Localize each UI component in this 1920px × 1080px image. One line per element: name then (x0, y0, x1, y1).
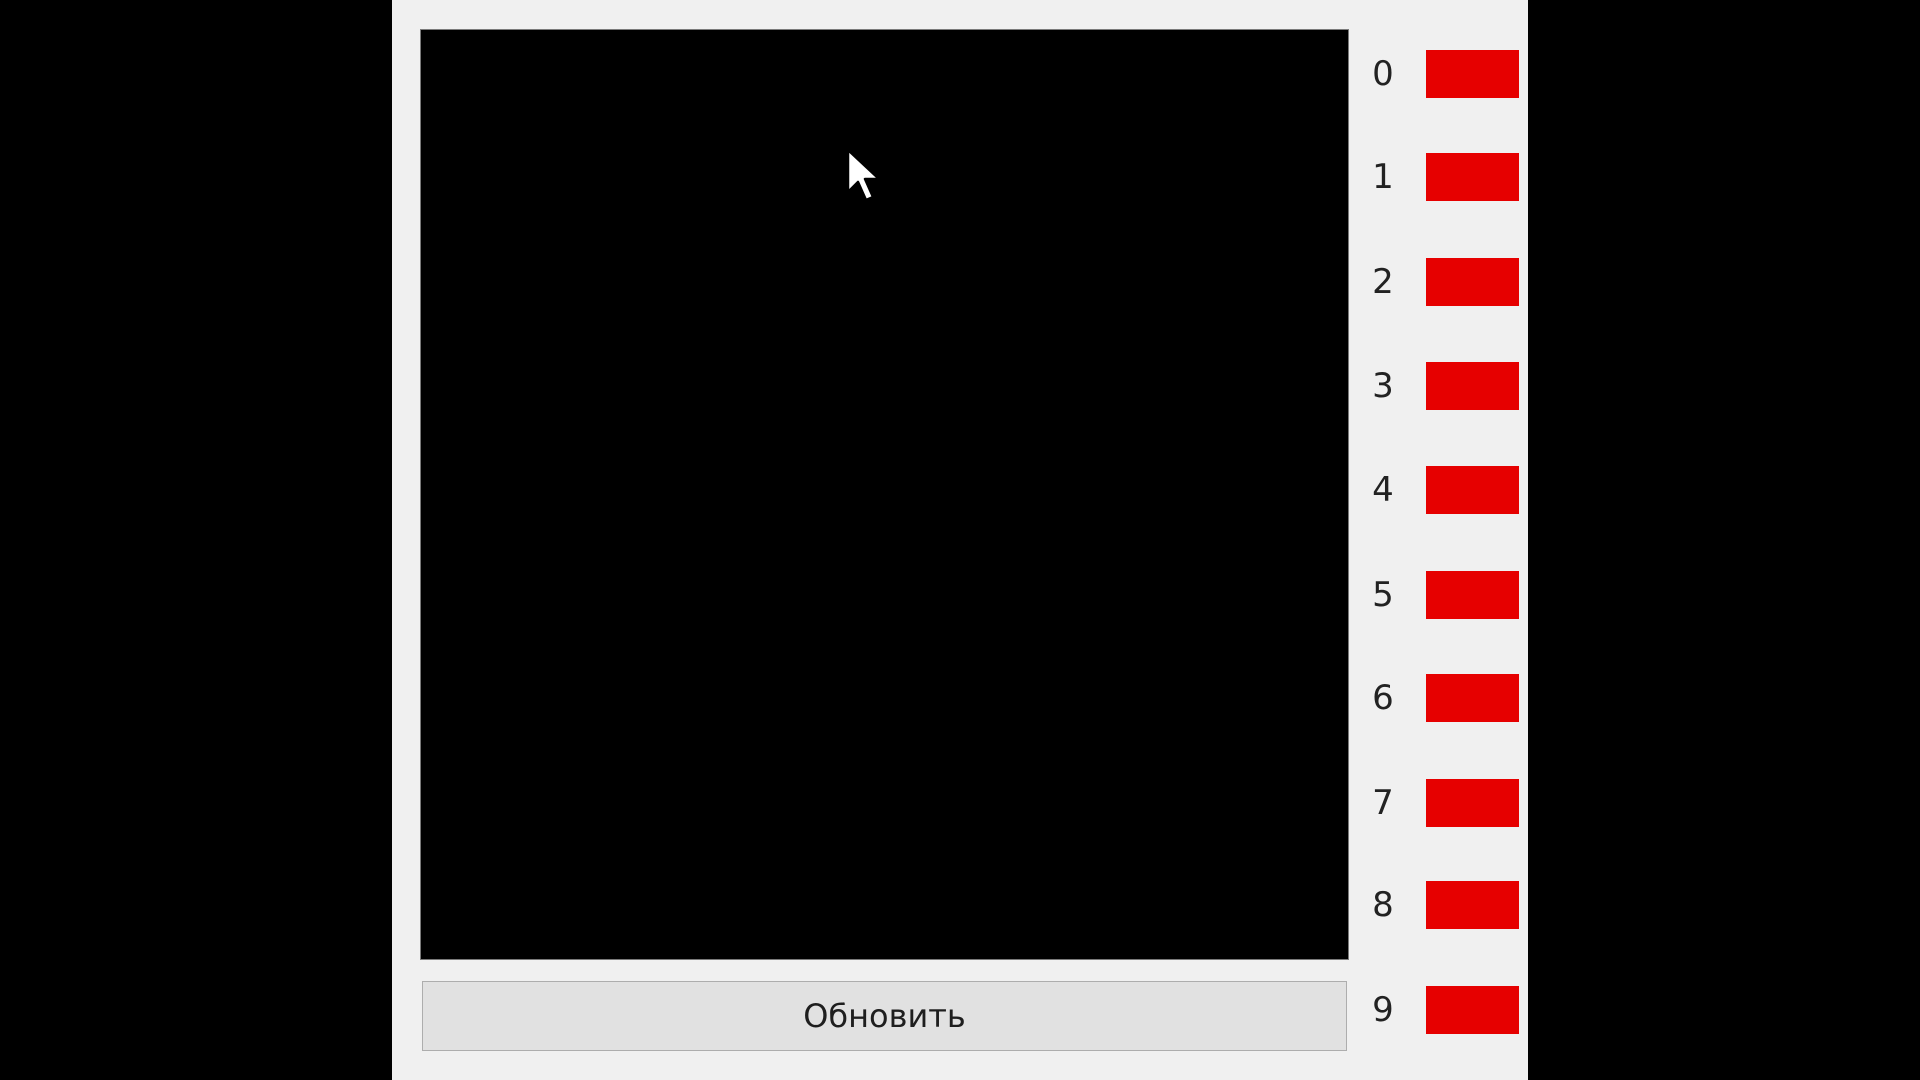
digit-indicator-swatch (1426, 779, 1519, 827)
digit-indicator-swatch (1426, 881, 1519, 929)
digit-indicator-row: 3 (1362, 362, 1522, 410)
digit-label: 3 (1372, 366, 1394, 406)
update-button[interactable]: Обновить (422, 981, 1347, 1051)
digit-label: 0 (1372, 54, 1394, 94)
digit-indicator-row: 0 (1362, 50, 1522, 98)
digit-label: 5 (1372, 575, 1394, 615)
digit-indicator-row: 9 (1362, 986, 1522, 1034)
digit-indicator-swatch (1426, 50, 1519, 98)
digit-label: 7 (1372, 783, 1394, 823)
digit-label: 2 (1372, 262, 1394, 302)
digit-indicator-row: 8 (1362, 881, 1522, 929)
digit-indicator-row: 6 (1362, 674, 1522, 722)
app-window: Обновить 0 1 2 3 4 5 6 7 8 9 (392, 0, 1528, 1080)
digit-label: 1 (1372, 157, 1394, 197)
digit-indicator-swatch (1426, 571, 1519, 619)
digit-indicator-row: 4 (1362, 466, 1522, 514)
digit-label: 8 (1372, 885, 1394, 925)
digit-indicator-swatch (1426, 674, 1519, 722)
digit-indicator-swatch (1426, 986, 1519, 1034)
digit-label: 4 (1372, 470, 1394, 510)
digit-indicator-row: 5 (1362, 571, 1522, 619)
screen: Обновить 0 1 2 3 4 5 6 7 8 9 (0, 0, 1920, 1080)
digit-indicator-swatch (1426, 466, 1519, 514)
digit-indicator-row: 1 (1362, 153, 1522, 201)
digit-label: 6 (1372, 678, 1394, 718)
digit-indicator-row: 2 (1362, 258, 1522, 306)
digit-indicator-swatch (1426, 153, 1519, 201)
digit-indicator-swatch (1426, 362, 1519, 410)
drawing-canvas[interactable] (420, 29, 1349, 960)
digit-label: 9 (1372, 990, 1394, 1030)
digit-indicator-row: 7 (1362, 779, 1522, 827)
digit-indicator-swatch (1426, 258, 1519, 306)
